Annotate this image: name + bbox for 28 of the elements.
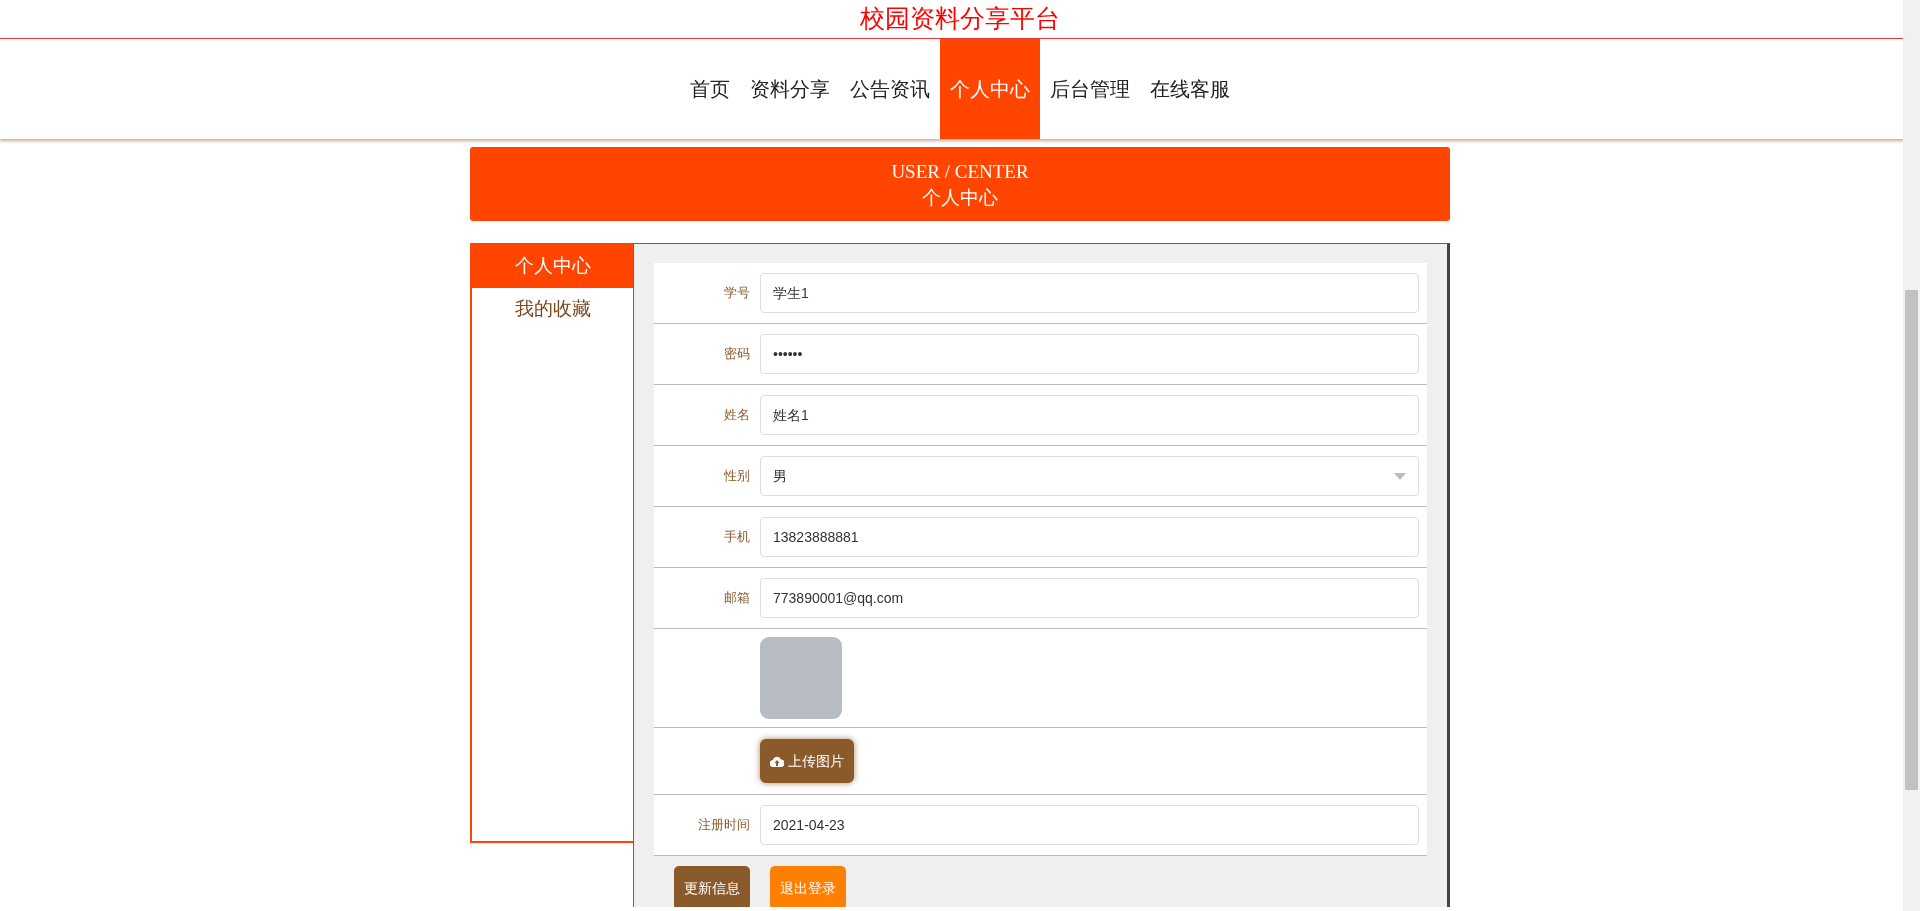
input-field[interactable]: 姓名1	[760, 395, 1419, 435]
nav-tab[interactable]: 公告资讯	[840, 39, 940, 139]
upload-button[interactable]: 上传图片	[760, 739, 854, 783]
form-button[interactable]: 更新信息	[674, 866, 750, 907]
select-field[interactable]: 男	[760, 456, 1419, 496]
field-label: 邮箱	[724, 590, 750, 606]
input-field[interactable]: 13823888881	[760, 517, 1419, 557]
banner-subtitle: 个人中心	[921, 186, 999, 210]
scrollbar-thumb[interactable]	[1905, 290, 1918, 790]
input-field[interactable]: 2021-04-23	[760, 805, 1419, 845]
field-label: 性别	[724, 468, 750, 484]
field-label: 注册时间	[698, 817, 750, 833]
sidebar-item[interactable]: 我的收藏	[472, 288, 633, 331]
field-label: 密码	[724, 346, 750, 362]
input-field[interactable]: 学生1	[760, 273, 1419, 313]
nav-tab[interactable]: 在线客服	[1140, 39, 1240, 139]
field-label: 姓名	[724, 407, 750, 423]
caret-icon	[1394, 472, 1406, 480]
nav-tab[interactable]: 首页	[680, 39, 740, 139]
select-value: 男	[773, 466, 787, 486]
input-field[interactable]: 773890001@qq.com	[760, 578, 1419, 618]
nav-tab[interactable]: 后台管理	[1040, 39, 1140, 139]
field-label: 学号	[724, 285, 750, 301]
banner-title: USER / CENTER	[890, 160, 1030, 184]
cloud-upload-icon	[770, 755, 784, 767]
input-field[interactable]: ••••••	[760, 334, 1419, 374]
field-label: 手机	[724, 529, 750, 545]
nav-tab[interactable]: 资料分享	[740, 39, 840, 139]
